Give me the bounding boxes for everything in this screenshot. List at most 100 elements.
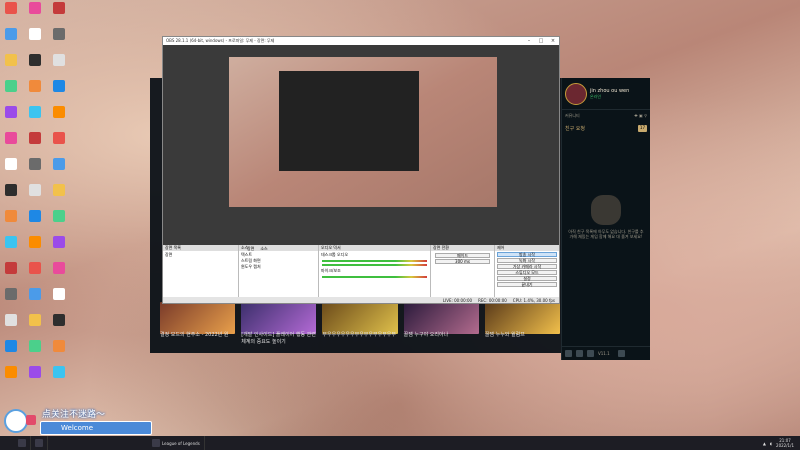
volume-meter[interactable]: [322, 264, 427, 266]
app-icon: [29, 132, 41, 144]
taskbar-item-obs[interactable]: [31, 436, 48, 450]
taskbar-item-search[interactable]: [14, 436, 31, 450]
desktop-shortcut[interactable]: [48, 28, 70, 54]
desktop-shortcut[interactable]: [48, 54, 70, 80]
app-icon: [29, 366, 41, 378]
desktop-shortcut[interactable]: [24, 106, 46, 132]
minimize-icon[interactable]: –: [523, 38, 535, 44]
friends-panel: jin zhou ou wen 온라인 커뮤니티 ✚ ▣ ⚲ 친구 요청 17 …: [561, 78, 650, 360]
maximize-icon[interactable]: □: [535, 38, 547, 44]
start-streaming-button[interactable]: 방송 시작: [497, 252, 557, 257]
tab-community[interactable]: 커뮤니티: [565, 113, 580, 119]
desktop-shortcut[interactable]: [48, 314, 70, 340]
desktop-shortcut[interactable]: [24, 236, 46, 262]
close-icon[interactable]: ×: [547, 38, 559, 44]
source-item[interactable]: 윈도우 캡처: [241, 264, 316, 270]
desktop-shortcut[interactable]: [0, 236, 22, 262]
desktop-shortcut[interactable]: [24, 366, 46, 392]
desktop-shortcut[interactable]: [24, 28, 46, 54]
news-tile[interactable]: [160, 302, 236, 334]
desktop-shortcut[interactable]: [24, 158, 46, 184]
desktop-shortcut[interactable]: [0, 28, 22, 54]
network-icon[interactable]: ▲: [763, 441, 766, 446]
exit-button[interactable]: 끝내기: [497, 282, 557, 287]
news-caption[interactable]: 꿀잼 누누와 윌럼프: [485, 332, 560, 346]
desktop-shortcut[interactable]: [0, 158, 22, 184]
tab-scenes[interactable]: 장면: [247, 246, 254, 252]
scene-item[interactable]: 장면: [165, 252, 236, 258]
desktop-shortcut[interactable]: [0, 340, 22, 366]
virtual-camera-button[interactable]: 가상 카메라 시작: [497, 264, 557, 269]
desktop-shortcut[interactable]: [24, 288, 46, 314]
settings-button[interactable]: 설정: [497, 276, 557, 281]
desktop-shortcut[interactable]: [0, 366, 22, 392]
start-recording-button[interactable]: 녹화 시작: [497, 258, 557, 263]
desktop-shortcut[interactable]: [48, 210, 70, 236]
start-icon[interactable]: [0, 436, 14, 450]
system-tray: ▲ ◖ 21:07 2022/1/1: [763, 438, 800, 448]
news-tile[interactable]: [322, 302, 398, 334]
desktop-shortcut[interactable]: [48, 80, 70, 106]
news-tile[interactable]: [241, 302, 317, 334]
desktop-shortcut[interactable]: [0, 184, 22, 210]
news-caption[interactable]: 부우우우우우우부우부우부우부우부: [322, 332, 397, 346]
friend-tools-icons[interactable]: ✚ ▣ ⚲: [634, 113, 647, 119]
app-icon: [29, 28, 41, 40]
obs-docks: 장면 소스 장면 목록 장면 소스 텍스트 스트림 화면 윈도우 캡처 오디오 …: [163, 245, 559, 303]
desktop-shortcut[interactable]: [48, 366, 70, 392]
desktop-shortcut[interactable]: [48, 158, 70, 184]
news-tile[interactable]: [403, 302, 479, 334]
desktop-shortcut[interactable]: [48, 236, 70, 262]
desktop-shortcut[interactable]: [24, 340, 46, 366]
desktop-shortcut[interactable]: [0, 106, 22, 132]
desktop-shortcut[interactable]: [24, 314, 46, 340]
clock[interactable]: 21:07 2022/1/1: [776, 438, 794, 448]
obs-preview[interactable]: [163, 45, 559, 245]
desktop-shortcut[interactable]: [0, 54, 22, 80]
tab-sources[interactable]: 소스: [260, 246, 267, 252]
mic-icon[interactable]: [587, 350, 594, 357]
friend-requests-row[interactable]: 친구 요청 17: [562, 122, 650, 135]
taskbar-item-league[interactable]: League of Legends: [148, 436, 205, 450]
app-icon: [53, 28, 65, 40]
news-caption[interactable]: 결정 모드의 현주소 - 2022년 원: [160, 332, 235, 346]
help-icon[interactable]: [618, 350, 625, 357]
desktop-shortcut[interactable]: [48, 132, 70, 158]
desktop-shortcut[interactable]: [48, 184, 70, 210]
desktop-shortcut[interactable]: [0, 288, 22, 314]
volume-meter[interactable]: [322, 276, 427, 278]
desktop-shortcut[interactable]: [0, 262, 22, 288]
studio-mode-button[interactable]: 스튜디오 모드: [497, 270, 557, 275]
desktop-shortcut[interactable]: [24, 132, 46, 158]
desktop-shortcut[interactable]: [24, 184, 46, 210]
desktop-shortcut[interactable]: [24, 262, 46, 288]
avatar[interactable]: [565, 82, 587, 105]
desktop-shortcut[interactable]: [0, 210, 22, 236]
transition-select[interactable]: 페이드: [435, 253, 490, 258]
desktop-shortcut[interactable]: [24, 210, 46, 236]
desktop-shortcut[interactable]: [24, 80, 46, 106]
mission-icon[interactable]: [576, 350, 583, 357]
chat-icon[interactable]: [565, 350, 572, 357]
desktop-shortcut[interactable]: [48, 288, 70, 314]
duration-input[interactable]: 300 ms: [435, 259, 490, 264]
desktop-shortcut[interactable]: [48, 2, 70, 28]
news-caption[interactable]: 꿀잼 누구야 오리아나: [404, 332, 479, 346]
news-tile[interactable]: [484, 302, 561, 334]
desktop-shortcut[interactable]: [48, 106, 70, 132]
desktop-shortcut[interactable]: [48, 340, 70, 366]
desktop-shortcut[interactable]: [0, 314, 22, 340]
volume-meter[interactable]: [322, 260, 427, 262]
news-caption[interactable]: [개발 인사이드] 플레이어 행동 관련 체계의 중요도 높이기: [241, 332, 316, 346]
online-status[interactable]: 온라인: [590, 94, 629, 100]
volume-icon[interactable]: ◖: [770, 441, 772, 446]
app-icon: [5, 210, 17, 222]
desktop-shortcut[interactable]: [0, 80, 22, 106]
app-icon: [29, 80, 41, 92]
desktop-shortcut[interactable]: [0, 2, 22, 28]
desktop-shortcut[interactable]: [48, 262, 70, 288]
desktop-shortcut[interactable]: [24, 54, 46, 80]
desktop-shortcut[interactable]: [0, 132, 22, 158]
taskbar-app-label: League of Legends: [162, 440, 200, 446]
desktop-shortcut[interactable]: [24, 2, 46, 28]
